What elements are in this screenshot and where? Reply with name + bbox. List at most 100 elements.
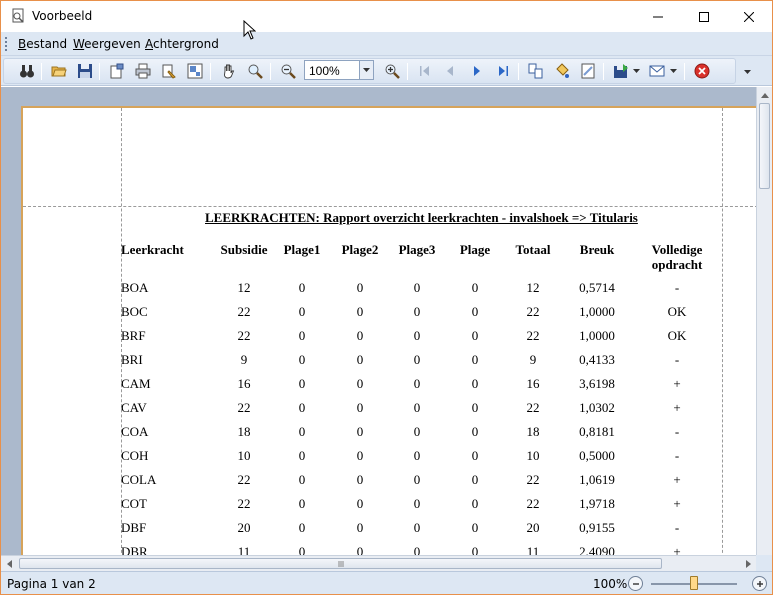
page-indicator: Pagina 1 van 2 — [7, 577, 96, 591]
previous-page-button[interactable] — [441, 62, 459, 80]
first-page-button[interactable] — [416, 62, 434, 80]
table-cell: - — [674, 520, 680, 535]
table-cell: - — [674, 448, 680, 463]
multiple-pages-icon — [528, 63, 543, 79]
quick-print-icon — [162, 64, 176, 79]
scroll-right-button[interactable] — [740, 556, 756, 572]
page-setup-button[interactable] — [108, 62, 126, 80]
horizontal-scrollbar[interactable] — [1, 555, 756, 571]
column-header: Breuk — [579, 242, 615, 257]
watermark-button[interactable] — [579, 62, 597, 80]
table-cell: 1,0619 — [579, 472, 615, 487]
hand-icon — [224, 64, 235, 79]
row-teacher-code: BRF — [121, 328, 146, 343]
zoom-in-icon — [385, 64, 400, 79]
page-layout-button[interactable] — [186, 62, 204, 80]
vertical-scroll-thumb[interactable] — [759, 103, 770, 189]
horizontal-scroll-thumb[interactable] — [19, 558, 662, 569]
table-cell: 1,0302 — [579, 400, 615, 415]
row-teacher-code: COLA — [121, 472, 157, 487]
find-button[interactable] — [18, 62, 36, 80]
table-cell: - — [674, 424, 680, 439]
table-cell: 0,5714 — [579, 280, 615, 295]
color-button[interactable] — [553, 62, 571, 80]
menu-achtergrond[interactable]: Achtergrond — [145, 37, 219, 51]
export-dropdown-button[interactable] — [631, 62, 641, 80]
close-button[interactable] — [726, 1, 772, 32]
row-teacher-code: BRI — [121, 352, 143, 367]
mouse-cursor-icon — [243, 20, 256, 40]
table-cell: 3,6198 — [579, 376, 615, 391]
zoom-in-button[interactable] — [383, 62, 401, 80]
maximize-button[interactable] — [681, 1, 727, 32]
vertical-scrollbar[interactable] — [756, 87, 772, 555]
window-title: Voorbeeld — [32, 9, 93, 23]
toolbar-separator — [41, 63, 42, 80]
toolbar-separator — [518, 63, 519, 80]
title-bar: Voorbeeld — [1, 1, 772, 32]
menu-bar: Bestand Weergeven Achtergrond — [1, 32, 772, 56]
row-teacher-code: COH — [121, 448, 149, 463]
folder-open-icon — [51, 66, 67, 77]
status-zoom-in-button[interactable] — [752, 576, 767, 591]
chevron-up-icon — [761, 92, 769, 98]
close-preview-button[interactable] — [693, 62, 711, 80]
scroll-up-button[interactable] — [757, 87, 772, 103]
toolbar-overflow-button[interactable] — [740, 58, 754, 84]
open-button[interactable] — [50, 62, 68, 80]
print-button[interactable] — [134, 62, 152, 80]
zoom-combobox-value[interactable]: 100% — [309, 64, 340, 78]
table-cell: 0,9155 — [579, 520, 615, 535]
preview-window: Voorbeeld Bestand Weergeven Achtergrond — [0, 0, 773, 595]
email-dropdown-button[interactable] — [668, 62, 678, 80]
send-email-button[interactable] — [648, 62, 666, 80]
page-setup-icon — [110, 63, 124, 79]
toolbar-separator — [270, 63, 271, 80]
table-cell: - — [674, 352, 680, 367]
menu-weergeven[interactable]: Weergeven — [73, 37, 141, 51]
close-circle-icon — [694, 63, 710, 79]
magnifier-button[interactable] — [246, 62, 264, 80]
status-zoom-out-button[interactable] — [628, 576, 643, 591]
chevron-left-icon — [6, 560, 12, 568]
zoom-slider-thumb[interactable] — [690, 576, 698, 590]
document-preview-area[interactable]: LEERKRACHTEN: Rapport overzicht leerkrac… — [1, 87, 772, 571]
hand-tool-button[interactable] — [220, 62, 238, 80]
multiple-pages-button[interactable] — [527, 62, 545, 80]
close-icon — [744, 11, 754, 22]
row-teacher-code: COA — [121, 424, 149, 439]
menubar-grip[interactable] — [5, 37, 8, 53]
row-teacher-code: BOC — [121, 304, 148, 319]
table-cell: 1,0000 — [579, 328, 615, 343]
table-cell: 1,0000 — [579, 304, 615, 319]
table-cell: + — [673, 472, 681, 487]
scroll-left-button[interactable] — [1, 556, 17, 572]
zoom-dropdown-button[interactable] — [359, 61, 373, 79]
menu-bestand[interactable]: Bestand — [18, 37, 67, 51]
maximize-icon — [699, 11, 709, 22]
scrollbar-corner — [756, 555, 772, 571]
zoom-out-button[interactable] — [279, 62, 297, 80]
report-title: LEERKRACHTEN: Rapport overzicht leerkrac… — [205, 210, 638, 225]
report-content: LEERKRACHTEN: Rapport overzicht leerkrac… — [23, 108, 758, 568]
save-button[interactable] — [76, 62, 94, 80]
minimize-button[interactable] — [635, 1, 681, 32]
next-page-button[interactable] — [468, 62, 486, 80]
zoom-percentage: 100% — [593, 577, 628, 591]
toolbar-separator — [407, 63, 408, 80]
chevron-right-icon — [745, 560, 751, 568]
row-teacher-code: BOA — [121, 280, 149, 295]
zoom-combobox[interactable]: 100% — [304, 60, 374, 80]
first-page-icon — [420, 66, 429, 76]
floppy-disk-icon — [78, 64, 92, 78]
toolbar-separator — [603, 63, 604, 80]
column-header: Leerkracht — [121, 242, 184, 257]
printer-icon — [135, 63, 151, 79]
export-button[interactable] — [612, 62, 630, 80]
paint-bucket-icon — [556, 63, 569, 78]
toolbar-separator — [99, 63, 100, 80]
last-page-button[interactable] — [494, 62, 512, 80]
quick-print-button[interactable] — [160, 62, 178, 80]
column-header: Volledige opdracht — [651, 242, 703, 272]
binoculars-icon — [20, 65, 34, 78]
